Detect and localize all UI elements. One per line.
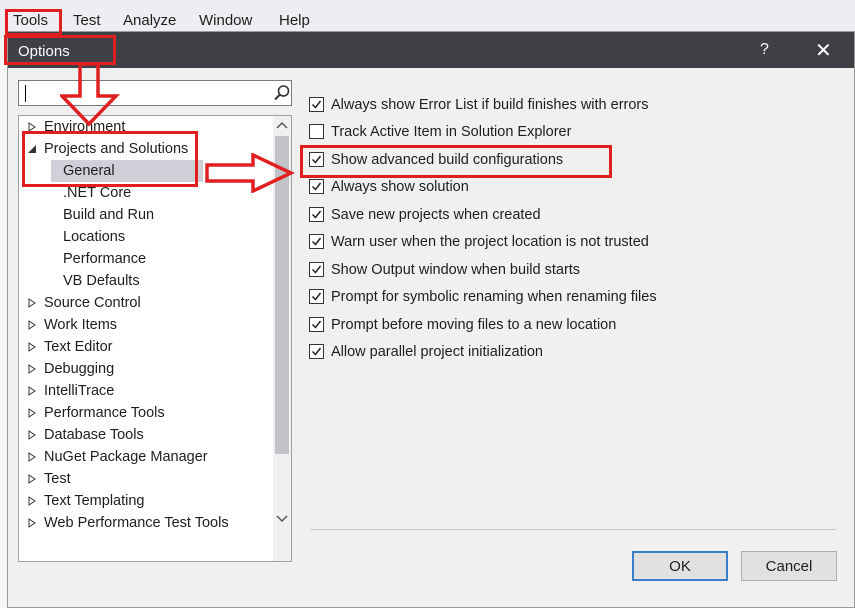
option-label: Save new projects when created [331, 207, 541, 223]
checkbox-checked[interactable] [309, 152, 324, 167]
tree-item-database-tools[interactable]: Database Tools [19, 424, 269, 446]
ok-button[interactable]: OK [632, 551, 728, 581]
expand-arrow-icon[interactable] [27, 408, 37, 418]
checkbox-checked[interactable] [309, 262, 324, 277]
scroll-down-icon[interactable] [276, 514, 288, 524]
option-label: Show advanced build configurations [331, 152, 564, 168]
expand-arrow-icon[interactable] [27, 430, 37, 440]
tree-item-performance[interactable]: Performance [19, 248, 269, 270]
expand-arrow-icon[interactable] [27, 496, 37, 506]
scroll-up-icon[interactable] [276, 120, 288, 130]
tree-item-projects-and-solutions[interactable]: Projects and Solutions [19, 138, 269, 160]
options-dialog: Options ? ✕ Environment Projects and Sol… [7, 31, 855, 608]
close-button[interactable]: ✕ [815, 38, 832, 63]
checkbox-checked[interactable] [309, 317, 324, 332]
tree-item-net-core[interactable]: .NET Core [19, 182, 269, 204]
tree-item-label: Text Templating [44, 493, 145, 509]
checkbox-checked[interactable] [309, 179, 324, 194]
option-label: Always show Error List if build finishes… [331, 97, 649, 113]
option-label: Always show solution [331, 179, 469, 195]
expand-arrow-icon[interactable] [27, 452, 37, 462]
tree-item-text-templating[interactable]: Text Templating [19, 490, 269, 512]
option-label: Warn user when the project location is n… [331, 234, 649, 250]
search-box [18, 80, 292, 106]
tree-item-label: Work Items [44, 317, 118, 333]
tree-item-label: VB Defaults [63, 273, 140, 289]
dialog-titlebar: Options ? ✕ [8, 32, 854, 68]
dialog-title: Options [18, 43, 70, 60]
menu-analyze[interactable]: Analyze [123, 12, 176, 29]
expand-arrow-icon[interactable] [27, 342, 37, 352]
menu-test[interactable]: Test [73, 12, 101, 29]
expand-arrow-icon[interactable] [27, 474, 37, 484]
tree-item-label: Text Editor [44, 339, 113, 355]
tree-item-label: Performance Tools [44, 405, 165, 421]
tree-item-label: Build and Run [63, 207, 155, 223]
checkbox-checked[interactable] [309, 234, 324, 249]
scrollbar-thumb[interactable] [275, 136, 289, 454]
tree-item-work-items[interactable]: Work Items [19, 314, 269, 336]
menu-window[interactable]: Window [199, 12, 252, 29]
tree-item-label: Locations [63, 229, 126, 245]
checkbox-checked[interactable] [309, 97, 324, 112]
checkbox-checked[interactable] [309, 289, 324, 304]
text-caret [25, 85, 26, 102]
tree-item-label: Test [44, 471, 71, 487]
checkbox-checked[interactable] [309, 207, 324, 222]
collapse-arrow-icon[interactable] [27, 144, 37, 154]
tree-item-label: Debugging [44, 361, 115, 377]
tree-item-label: Source Control [44, 295, 141, 311]
expand-arrow-icon[interactable] [27, 386, 37, 396]
expand-arrow-icon[interactable] [27, 320, 37, 330]
tree-item-performance-tools[interactable]: Performance Tools [19, 402, 269, 424]
option-label: Prompt before moving files to a new loca… [331, 317, 617, 333]
tree-item-label: Web Performance Test Tools [44, 515, 229, 531]
tree-item-vb-defaults[interactable]: VB Defaults [19, 270, 269, 292]
tree-item-label: Database Tools [44, 427, 144, 443]
tree-item-label: IntelliTrace [44, 383, 115, 399]
tree-item-test[interactable]: Test [19, 468, 269, 490]
tree-item-source-control[interactable]: Source Control [19, 292, 269, 314]
menu-help[interactable]: Help [279, 12, 310, 29]
tree-item-general[interactable]: General [51, 160, 203, 182]
tree-item-web-performance-test-tools[interactable]: Web Performance Test Tools [19, 512, 269, 534]
help-button[interactable]: ? [760, 41, 769, 59]
tree-item-environment[interactable]: Environment [19, 116, 269, 138]
checkbox-unchecked[interactable] [309, 124, 324, 139]
dialog-divider [310, 529, 836, 530]
expand-arrow-icon[interactable] [27, 122, 37, 132]
tree-item-label: NuGet Package Manager [44, 449, 208, 465]
tree-item-label: .NET Core [63, 185, 132, 201]
tree-scrollbar[interactable] [273, 116, 291, 561]
option-label: Allow parallel project initialization [331, 344, 543, 360]
option-label: Prompt for symbolic renaming when renami… [331, 289, 657, 305]
expand-arrow-icon[interactable] [27, 298, 37, 308]
menu-tools[interactable]: Tools [13, 12, 48, 29]
tree-item-build-and-run[interactable]: Build and Run [19, 204, 269, 226]
options-tree: Environment Projects and Solutions Gener… [18, 115, 292, 562]
checkbox-checked[interactable] [309, 344, 324, 359]
option-label: Track Active Item in Solution Explorer [331, 124, 572, 140]
expand-arrow-icon[interactable] [27, 364, 37, 374]
cancel-button[interactable]: Cancel [741, 551, 837, 581]
tree-item-label: General [63, 163, 115, 179]
tree-item-label: Environment [44, 119, 126, 135]
tree-item-intellitrace[interactable]: IntelliTrace [19, 380, 269, 402]
expand-arrow-icon[interactable] [27, 518, 37, 528]
option-label: Show Output window when build starts [331, 262, 581, 278]
tree-item-label: Projects and Solutions [44, 141, 189, 157]
tree-item-label: Performance [63, 251, 147, 267]
search-icon[interactable] [273, 84, 291, 102]
tree-item-text-editor[interactable]: Text Editor [19, 336, 269, 358]
search-input[interactable] [23, 83, 267, 105]
tree-item-locations[interactable]: Locations [19, 226, 269, 248]
tree-item-debugging[interactable]: Debugging [19, 358, 269, 380]
tree-item-nuget-package-manager[interactable]: NuGet Package Manager [19, 446, 269, 468]
